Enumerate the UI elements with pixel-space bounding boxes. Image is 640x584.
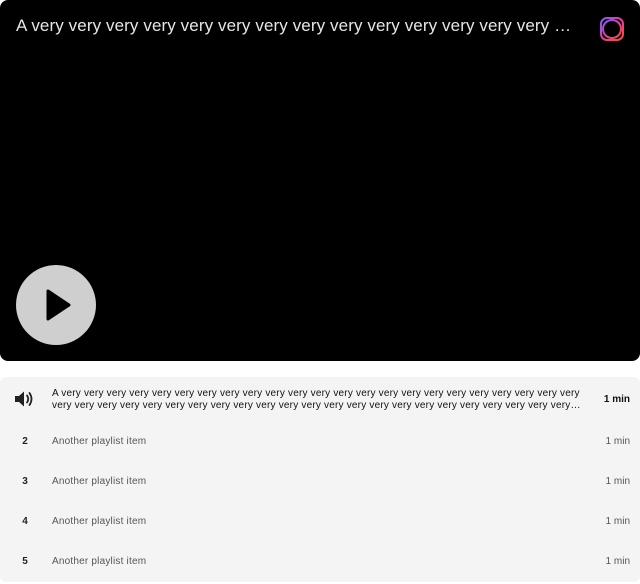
playlist-item-duration: 1 min — [605, 476, 630, 487]
playlist-item-title: A very very very very very very very ver… — [52, 388, 580, 411]
playlist-item-duration: 1 min — [605, 556, 630, 567]
playlist-item[interactable]: 4 Another playlist item 1 min — [0, 502, 640, 542]
playlist-item[interactable]: 5 Another playlist item 1 min — [0, 542, 640, 582]
playlist-item-number: 4 — [22, 516, 28, 527]
playlist-item[interactable]: 3 Another playlist item 1 min — [0, 462, 640, 502]
playlist-item-duration: 1 min — [603, 394, 630, 405]
playlist-item-title: Another playlist item — [52, 516, 147, 527]
brand-logo-icon[interactable] — [598, 15, 626, 43]
playlist: A very very very very very very very ver… — [0, 377, 640, 582]
video-player[interactable]: A very very very very very very very ver… — [0, 0, 640, 361]
play-button[interactable] — [16, 265, 96, 345]
video-title: A very very very very very very very ver… — [16, 16, 576, 35]
playlist-item-active[interactable]: A very very very very very very very ver… — [0, 377, 640, 422]
play-icon — [46, 289, 71, 321]
playlist-item-title: Another playlist item — [52, 476, 147, 487]
playlist-item-title: Another playlist item — [52, 436, 147, 447]
speaker-icon — [15, 391, 33, 407]
playlist-item-number: 5 — [22, 556, 28, 567]
playlist-item[interactable]: 2 Another playlist item 1 min — [0, 422, 640, 462]
playlist-item-number: 2 — [22, 436, 28, 447]
playlist-item-number: 3 — [22, 476, 28, 487]
playlist-item-duration: 1 min — [605, 436, 630, 447]
playlist-item-duration: 1 min — [605, 516, 630, 527]
playlist-item-title: Another playlist item — [52, 556, 147, 567]
